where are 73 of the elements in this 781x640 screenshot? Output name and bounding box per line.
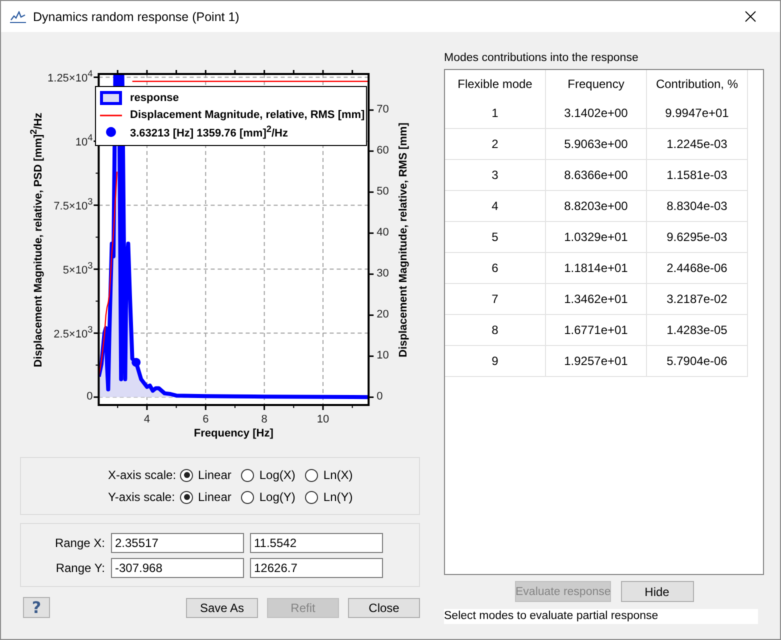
range-from-field[interactable]: -307.968 (111, 558, 244, 578)
column-header: Flexible mode (445, 70, 546, 98)
table-cell: 8.6366e+00 (546, 160, 646, 190)
scale-label: Y-axis scale: (108, 490, 172, 504)
legend-label: response (130, 92, 179, 104)
dialog-button[interactable]: Save As (186, 598, 258, 618)
right-axis-label: Displacement Magnitude, relative, RMS [mm] (398, 122, 410, 358)
table-cell: 1.0329e+01 (546, 222, 646, 252)
table-cell: 6 (445, 252, 546, 284)
table-cell: 1.9257e+01 (546, 346, 646, 376)
x-tick-label: 6 (202, 414, 209, 426)
table-cell: 1.1814e+01 (546, 252, 646, 284)
legend-label: 3.63213 [Hz] 1359.76 [mm]$^{2}$/Hz (130, 124, 288, 140)
right-tick-label: 50 (376, 186, 389, 198)
table-cell: 5.9063e+00 (546, 128, 646, 160)
table-cell: 8.8304e-03 (646, 190, 748, 222)
radio-option[interactable]: Ln(Y) (305, 490, 353, 504)
right-tick-label: 30 (376, 268, 389, 280)
status-text: Select modes to evaluate partial response (444, 609, 758, 624)
x-axis-label: Frequency [Hz] (194, 428, 274, 440)
radio-option[interactable]: Log(X) (241, 468, 296, 482)
help-button[interactable]: ? (23, 597, 50, 618)
table-cell: 9 (445, 346, 546, 376)
table-cell: 2 (445, 128, 546, 160)
table-title: Modes contributions into the response (444, 52, 640, 64)
table-cell: 9.9947e+01 (646, 98, 748, 128)
table-cell: 8.8203e+00 (546, 190, 646, 222)
table-cell: 5 (445, 222, 546, 252)
table-cell: 8 (445, 314, 546, 346)
radio-option[interactable]: Log(Y) (241, 490, 296, 504)
table-cell: 3.1402e+00 (546, 98, 646, 128)
right-tick-label: 70 (376, 104, 389, 116)
table-cell: 1.1581e-03 (646, 160, 748, 190)
y-tick-label: 0 (86, 392, 93, 403)
x-tick-label: 4 (144, 414, 150, 426)
right-tick-label: 0 (376, 392, 383, 403)
radio-option[interactable]: Ln(X) (305, 468, 353, 482)
right-tick-label: 40 (376, 228, 389, 239)
table-cell: 1.4283e-05 (646, 314, 748, 346)
table-cell: 3 (445, 160, 546, 190)
x-tick-label: 8 (261, 414, 268, 426)
table-cell: 7 (445, 284, 546, 314)
table-cell: 1 (445, 98, 546, 128)
right-tick-label: 10 (376, 350, 389, 362)
radio-option[interactable]: Linear (180, 468, 232, 482)
y-tick-label: 10$^{4}$ (75, 134, 93, 149)
y-tick-label: 1.25×10$^{4}$ (48, 70, 93, 85)
range-label: Range Y: (54, 560, 105, 574)
y-tick-label: 7.5×10$^{3}$ (54, 198, 93, 213)
table-cell: 1.2245e-03 (646, 128, 748, 160)
table-cell: 5.7904e-06 (646, 346, 748, 376)
column-header: Contribution, % (646, 70, 748, 98)
x-tick-label: 10 (316, 414, 330, 426)
table-cell: 2.4468e-06 (646, 252, 748, 284)
legend-label: Displacement Magnitude, relative, RMS [mm] (130, 109, 365, 121)
table-cell: 4 (445, 190, 546, 222)
range-label: Range X: (54, 536, 105, 550)
column-header: Frequency (546, 70, 646, 98)
window-title: Dynamics random response (Point 1) (33, 10, 240, 24)
radio-option[interactable]: Linear (180, 490, 232, 504)
table-cell: 9.6295e-03 (646, 222, 748, 252)
range-to-field[interactable]: 12626.7 (250, 558, 383, 578)
table-cell: 1.6771e+01 (546, 314, 646, 346)
y-tick-label: 5×10$^{3}$ (62, 262, 93, 276)
y-tick-label: 2.5×10$^{3}$ (54, 326, 93, 340)
table-cell: 3.2187e-02 (646, 284, 748, 314)
range-to-field[interactable]: 11.5542 (250, 532, 383, 552)
dialog-button[interactable]: Close (348, 598, 420, 618)
table-cell: 1.3462e+01 (546, 284, 646, 314)
hide-button[interactable]: Hide (620, 581, 694, 602)
right-tick-label: 20 (376, 310, 389, 321)
right-tick-label: 60 (376, 146, 389, 157)
range-from-field[interactable]: 2.35517 (111, 532, 244, 552)
